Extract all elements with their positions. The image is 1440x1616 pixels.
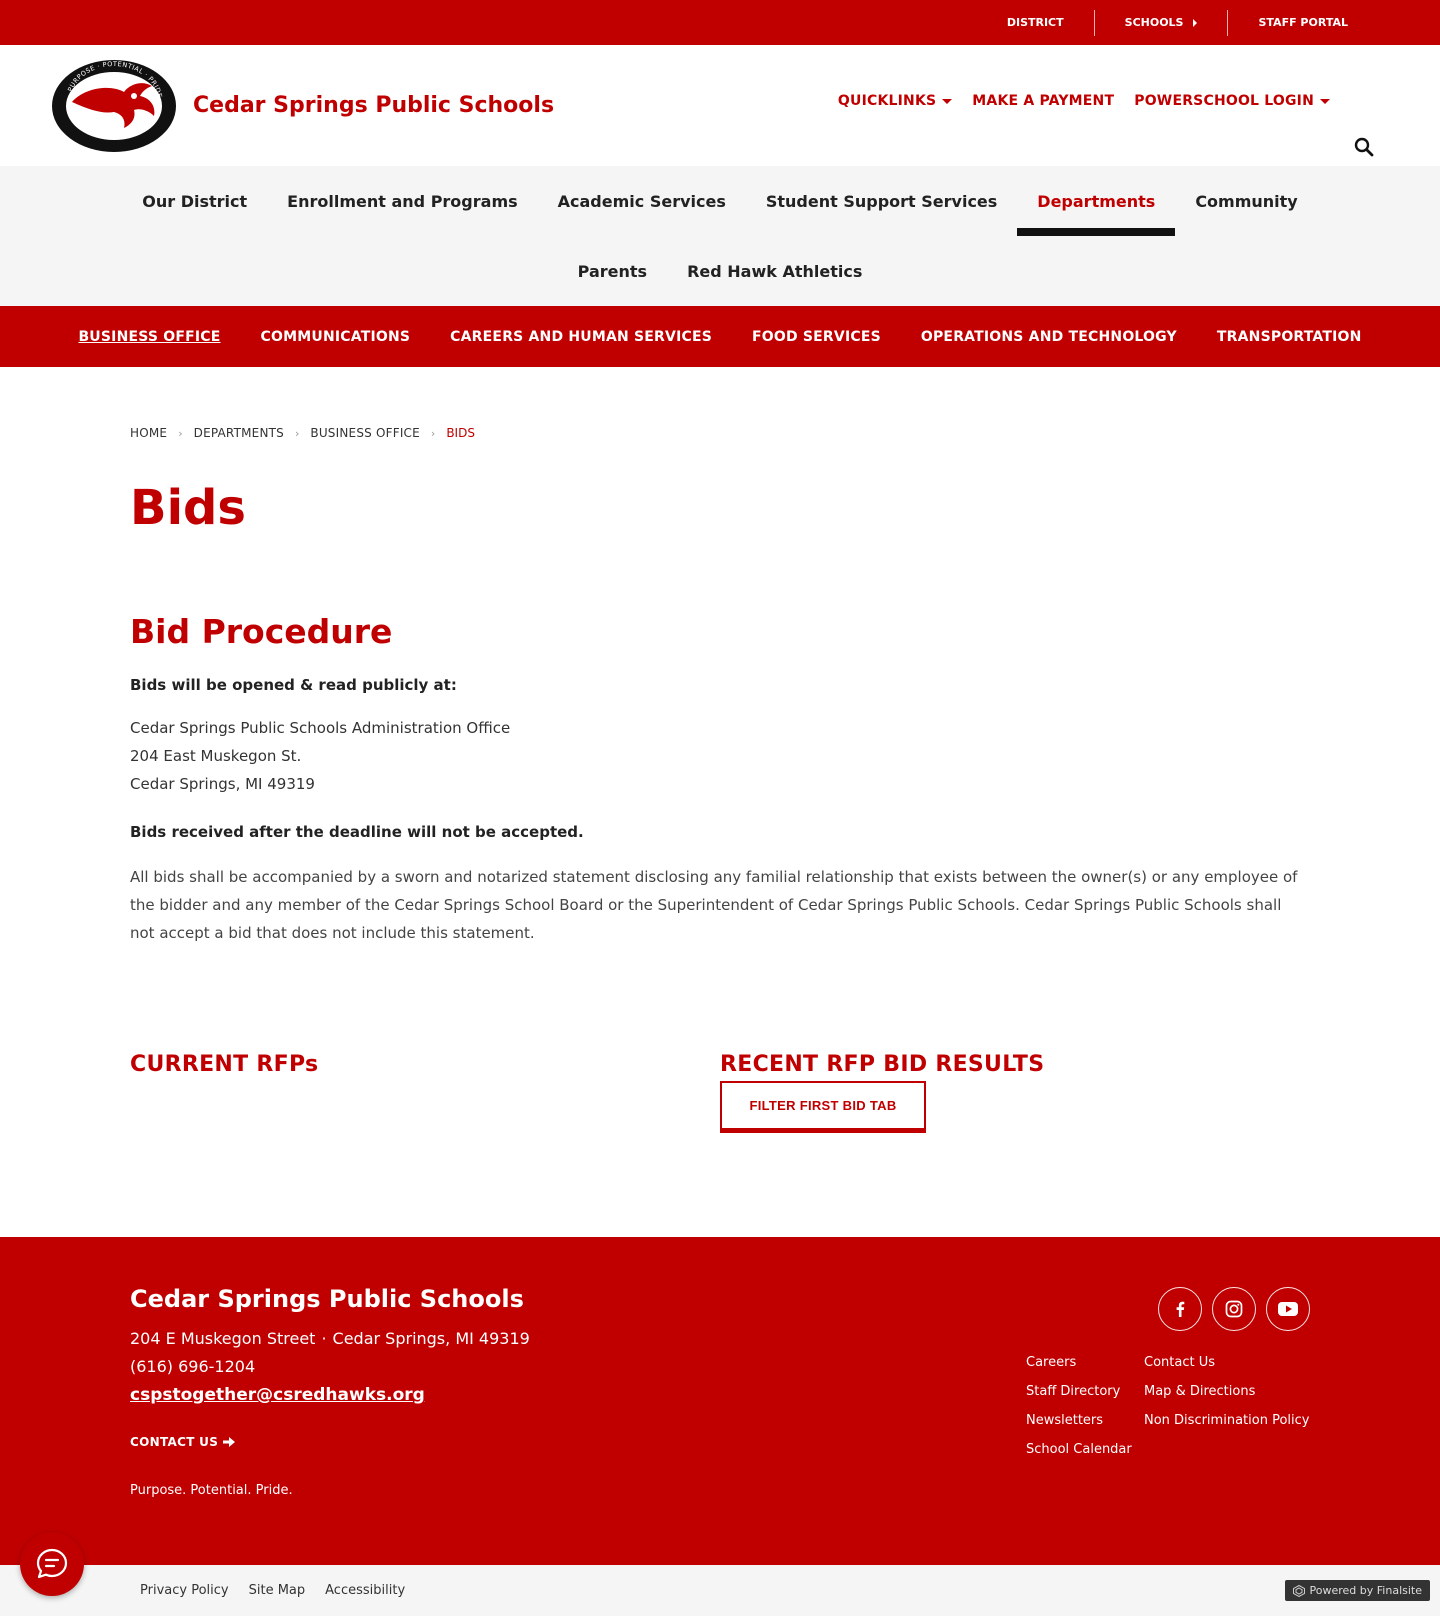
utility-schools-link[interactable]: SCHOOLS xyxy=(1093,9,1228,36)
current-rfps-column: CURRENT RFPs xyxy=(130,1052,720,1133)
facebook-link[interactable] xyxy=(1158,1287,1202,1331)
recent-results-column: RECENT RFP BID RESULTS FILTER FIRST BID … xyxy=(720,1052,1310,1133)
footer-link-newsletters[interactable]: Newsletters xyxy=(1026,1412,1144,1430)
site-map-link[interactable]: Site Map xyxy=(249,1583,306,1598)
deadline-notice: Bids received after the deadline will no… xyxy=(130,823,584,841)
nav-parents[interactable]: Parents xyxy=(558,236,667,306)
caret-down-icon xyxy=(942,98,953,104)
nav-our-district[interactable]: Our District xyxy=(122,166,267,236)
site-footer: Cedar Springs Public Schools 204 E Muske… xyxy=(0,1237,1440,1565)
breadcrumb-departments[interactable]: DEPARTMENTS xyxy=(194,426,284,440)
address-line: Cedar Springs, MI 49319 xyxy=(130,775,315,793)
utility-staff-portal-link[interactable]: STAFF PORTAL xyxy=(1227,9,1378,36)
nav-student-support-services[interactable]: Student Support Services xyxy=(746,166,1017,236)
bottom-bar: Privacy Policy Site Map Accessibility Po… xyxy=(0,1565,1440,1616)
section-title: Bid Procedure xyxy=(130,612,393,651)
footer-link-map-directions[interactable]: Map & Directions xyxy=(1144,1383,1309,1401)
site-name[interactable]: Cedar Springs Public Schools xyxy=(193,93,554,118)
main-nav-row-1: Our District Enrollment and Programs Aca… xyxy=(0,166,1440,236)
rfp-section: CURRENT RFPs RECENT RFP BID RESULTS FILT… xyxy=(130,1052,1310,1133)
powered-by-badge[interactable]: Powered by Finalsite xyxy=(1284,1580,1430,1601)
address-line: 204 East Muskegon St. xyxy=(130,747,302,765)
site-header: PURPOSE · POTENTIAL · PRIDE CEDAR SPRING… xyxy=(0,45,1440,166)
search-icon[interactable] xyxy=(1354,137,1374,157)
footer-link-school-calendar[interactable]: School Calendar xyxy=(1026,1441,1144,1459)
subnav-operations-technology[interactable]: OPERATIONS AND TECHNOLOGY xyxy=(901,329,1197,345)
instagram-icon xyxy=(1225,1300,1243,1318)
main-content: HOME › DEPARTMENTS › BUSINESS OFFICE › B… xyxy=(0,426,1440,1133)
quicklinks-dropdown[interactable]: QUICKLINKS xyxy=(838,93,953,109)
footer-street: 204 E Muskegon Street xyxy=(130,1329,316,1348)
nav-departments[interactable]: Departments xyxy=(1017,166,1176,236)
main-nav-row-2: Parents Red Hawk Athletics xyxy=(0,236,1440,306)
breadcrumb-home[interactable]: HOME xyxy=(130,426,167,440)
footer-school-name: Cedar Springs Public Schools xyxy=(130,1285,524,1313)
facebook-icon xyxy=(1176,1301,1185,1317)
powerschool-login-dropdown[interactable]: POWERSCHOOL LOGIN xyxy=(1134,93,1330,109)
subnav-transportation[interactable]: TRANSPORTATION xyxy=(1197,329,1382,345)
subnav-food-services[interactable]: FOOD SERVICES xyxy=(732,329,901,345)
finalsite-icon xyxy=(1292,1584,1305,1597)
footer-link-non-discrimination[interactable]: Non Discrimination Policy xyxy=(1144,1412,1309,1430)
footer-link-staff-directory[interactable]: Staff Directory xyxy=(1026,1383,1144,1401)
header-links: QUICKLINKS MAKE A PAYMENT POWERSCHOOL LO… xyxy=(818,93,1330,109)
subnav-business-office[interactable]: BUSINESS OFFICE xyxy=(58,329,240,345)
breadcrumb-current: BIDS xyxy=(446,426,475,440)
caret-right-icon xyxy=(1193,18,1198,27)
filter-first-bid-tab-button[interactable]: FILTER FIRST BID TAB xyxy=(720,1081,926,1133)
youtube-link[interactable] xyxy=(1266,1287,1310,1331)
chevron-right-icon: › xyxy=(430,426,436,440)
nav-red-hawk-athletics[interactable]: Red Hawk Athletics xyxy=(667,236,882,306)
departments-sub-nav: BUSINESS OFFICE COMMUNICATIONS CAREERS A… xyxy=(0,306,1440,367)
chat-bubble-icon xyxy=(36,1548,68,1579)
recent-results-heading: RECENT RFP BID RESULTS xyxy=(720,1052,1045,1077)
nav-academic-services[interactable]: Academic Services xyxy=(538,166,746,236)
address-line: Cedar Springs Public Schools Administrat… xyxy=(130,719,511,737)
utility-district-link[interactable]: DISTRICT xyxy=(977,10,1094,36)
utility-bar: DISTRICT SCHOOLS STAFF PORTAL xyxy=(0,0,1440,45)
separator-dot: · xyxy=(321,1329,327,1348)
breadcrumb-business-office[interactable]: BUSINESS OFFICE xyxy=(310,426,420,440)
footer-links: Careers Contact Us Staff Directory Map &… xyxy=(1026,1354,1309,1459)
bid-address: Cedar Springs Public Schools Administrat… xyxy=(130,714,1310,798)
breadcrumb: HOME › DEPARTMENTS › BUSINESS OFFICE › B… xyxy=(130,426,1310,440)
school-logo[interactable]: PURPOSE · POTENTIAL · PRIDE CEDAR SPRING… xyxy=(50,58,178,154)
instagram-link[interactable] xyxy=(1212,1287,1256,1331)
caret-down-icon xyxy=(1320,98,1330,104)
accessibility-link[interactable]: Accessibility xyxy=(325,1583,405,1598)
subnav-careers-human-services[interactable]: CAREERS AND HUMAN SERVICES xyxy=(430,329,732,345)
footer-city: Cedar Springs, MI 49319 xyxy=(332,1329,530,1348)
privacy-policy-link[interactable]: Privacy Policy xyxy=(140,1583,229,1598)
arrow-right-icon xyxy=(223,1437,236,1447)
social-links xyxy=(1158,1287,1310,1331)
current-rfps-heading: CURRENT RFPs xyxy=(130,1052,319,1077)
subnav-communications[interactable]: COMMUNICATIONS xyxy=(241,329,431,345)
footer-tagline: Purpose. Potential. Pride. xyxy=(130,1483,293,1498)
chevron-right-icon: › xyxy=(178,426,183,440)
chat-button[interactable] xyxy=(20,1532,84,1596)
nav-community[interactable]: Community xyxy=(1175,166,1317,236)
footer-link-contact-us[interactable]: Contact Us xyxy=(1144,1354,1309,1372)
footer-link-careers[interactable]: Careers xyxy=(1026,1354,1144,1372)
main-nav: Our District Enrollment and Programs Aca… xyxy=(0,166,1440,306)
chevron-right-icon: › xyxy=(294,426,300,440)
page-title: Bids xyxy=(130,480,246,536)
nav-enrollment-programs[interactable]: Enrollment and Programs xyxy=(267,166,537,236)
statement-paragraph: All bids shall be accompanied by a sworn… xyxy=(130,868,1298,942)
youtube-icon xyxy=(1278,1302,1298,1316)
make-payment-link[interactable]: MAKE A PAYMENT xyxy=(972,93,1114,109)
bids-opened-heading: Bids will be opened & read publicly at: xyxy=(130,676,457,694)
